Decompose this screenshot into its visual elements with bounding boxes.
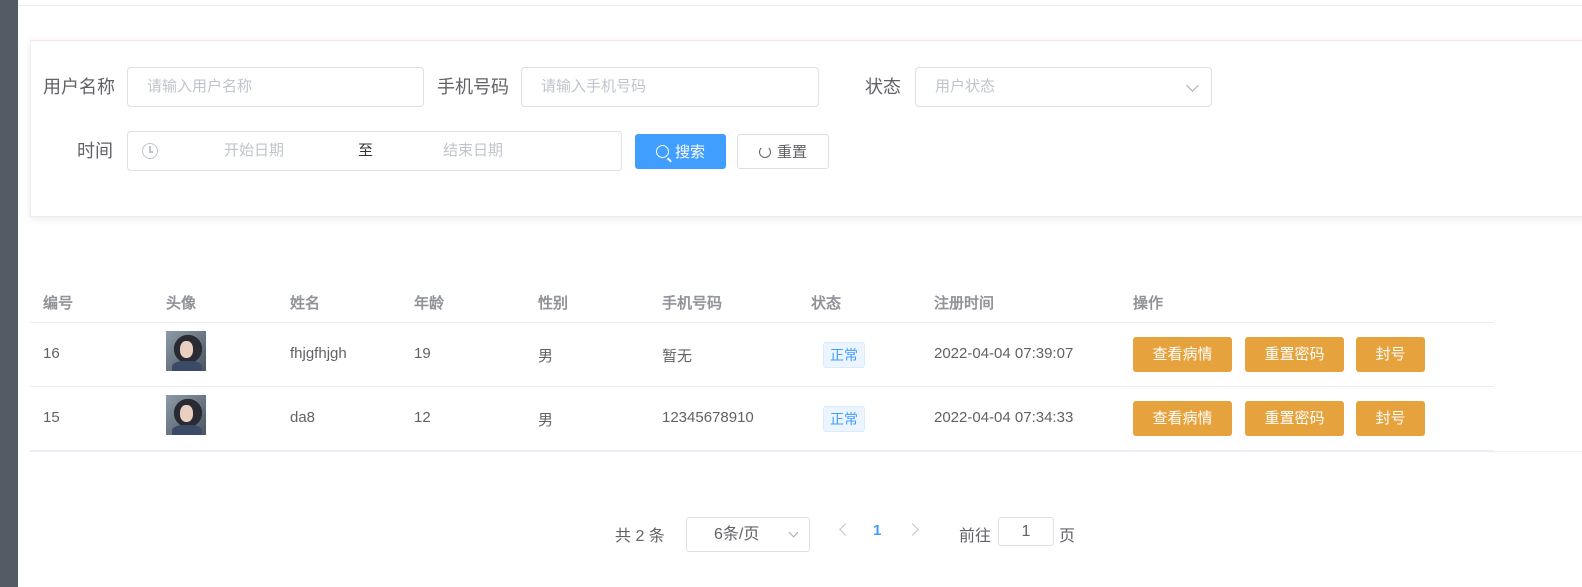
clock-icon [142,143,158,159]
search-button-label: 搜索 [674,144,705,161]
col-avatar: 头像 [166,295,197,312]
col-gender: 性别 [538,295,569,312]
date-range-picker[interactable]: 开始日期 至 结束日期 [127,131,622,171]
table-row: 16 fhjgfhjgh 19 男 暂无 正常 2022-04-04 07:39… [30,323,1494,387]
cell-gender: 男 [538,412,554,429]
username-input[interactable]: 请输入用户名称 [127,67,424,107]
sidebar-edge [0,0,18,587]
cell-registered: 2022-04-04 07:39:07 [934,345,1074,362]
view-condition-button[interactable]: 查看病情 [1133,337,1232,372]
status-select[interactable]: 用户状态 [915,67,1212,107]
chevron-down-icon [1186,79,1199,92]
ban-button[interactable]: 封号 [1356,337,1425,372]
avatar [166,331,206,371]
chevron-down-icon [788,527,799,538]
username-label: 用户名称 [43,77,115,97]
status-placeholder: 用户状态 [935,78,996,95]
reset-button-label: 重置 [776,144,807,161]
refresh-icon [758,145,771,158]
cell-gender: 男 [538,348,554,365]
reset-password-button[interactable]: 重置密码 [1245,337,1344,372]
goto-suffix: 页 [1059,528,1076,545]
status-label: 状态 [865,77,901,97]
col-age: 年龄 [414,295,445,312]
table-bottom-border [30,451,1582,452]
table-header: 编号 头像 姓名 年龄 性别 手机号码 状态 注册时间 操作 [30,280,1494,323]
col-id: 编号 [43,295,74,312]
end-date-input[interactable]: 结束日期 [443,132,503,170]
header-divider [18,5,1582,6]
phone-input[interactable]: 请输入手机号码 [521,67,819,107]
page-number-current[interactable]: 1 [873,522,881,539]
ban-button[interactable]: 封号 [1356,401,1425,436]
status-badge: 正常 [823,406,865,432]
cell-phone: 12345678910 [662,409,754,426]
col-name: 姓名 [290,295,321,312]
range-separator: 至 [358,142,374,159]
start-date-input[interactable]: 开始日期 [224,132,284,170]
page-size-select[interactable]: 6条/页 [686,517,810,552]
col-actions: 操作 [1133,295,1164,312]
page-size-value: 6条/页 [714,526,760,543]
phone-placeholder: 请输入手机号码 [541,78,647,95]
search-button[interactable]: 搜索 [635,134,726,169]
user-table: 编号 头像 姓名 年龄 性别 手机号码 状态 注册时间 操作 16 fhjgfh… [30,280,1494,451]
table-row: 15 da8 12 男 12345678910 正常 2022-04-04 07… [30,387,1494,451]
search-form: 用户名称 请输入用户名称 手机号码 请输入手机号码 状态 用户状态 时间 开始日… [30,40,1582,217]
cell-registered: 2022-04-04 07:34:33 [934,409,1074,426]
phone-label: 手机号码 [437,77,509,97]
cell-id: 15 [43,409,60,426]
col-phone: 手机号码 [662,295,723,312]
col-registered: 注册时间 [934,295,995,312]
search-icon [655,145,669,158]
cell-age: 19 [414,345,431,362]
time-label: 时间 [77,141,113,161]
status-badge: 正常 [823,342,865,368]
pagination-total: 共 2 条 [615,528,665,545]
col-status: 状态 [811,295,842,312]
avatar [166,395,206,435]
view-condition-button[interactable]: 查看病情 [1133,401,1232,436]
goto-prefix: 前往 [959,528,992,545]
cell-id: 16 [43,345,60,362]
next-page-icon[interactable] [906,523,919,536]
reset-button[interactable]: 重置 [737,134,829,169]
reset-password-button[interactable]: 重置密码 [1245,401,1344,436]
username-placeholder: 请输入用户名称 [147,78,253,95]
cell-name: da8 [290,409,316,426]
cell-phone: 暂无 [662,348,693,365]
cell-age: 12 [414,409,431,426]
cell-name: fhjgfhjgh [290,345,347,362]
prev-page-icon[interactable] [839,523,852,536]
goto-page-input[interactable]: 1 [998,517,1054,546]
